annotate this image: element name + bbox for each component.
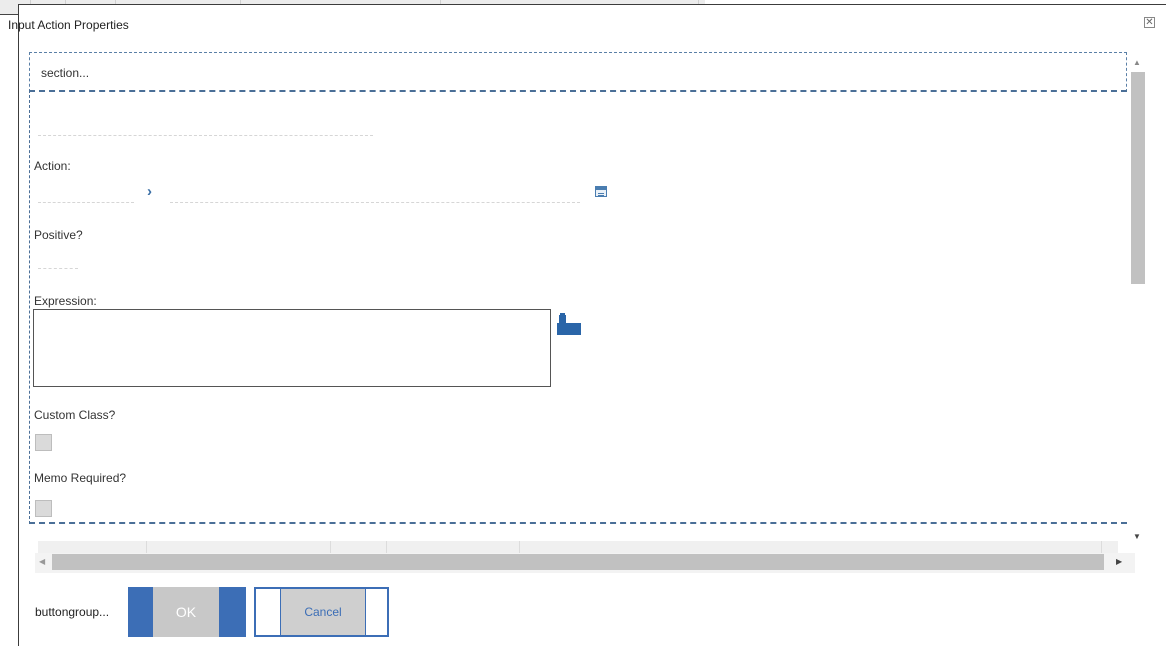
positive-field[interactable] — [38, 268, 78, 269]
action-type-field[interactable] — [38, 202, 134, 203]
chevron-right-icon[interactable]: › — [147, 183, 152, 200]
top-field-placeholder[interactable] — [38, 135, 373, 136]
scroll-down-icon[interactable]: ▼ — [1133, 532, 1141, 541]
scroll-right-icon[interactable]: ▶ — [1116, 557, 1122, 566]
horizontal-scrollbar[interactable]: ◀ ▶ — [35, 553, 1135, 573]
ok-button-container: OK — [128, 587, 246, 637]
column-cell — [330, 541, 387, 553]
column-cell — [386, 541, 520, 553]
column-strip — [38, 541, 1118, 553]
expression-label: Expression: — [34, 294, 97, 308]
custom-class-label: Custom Class? — [34, 408, 116, 422]
positive-label: Positive? — [34, 228, 83, 242]
vertical-scrollbar[interactable]: ▲ ▼ — [1128, 52, 1148, 546]
vertical-scroll-thumb[interactable] — [1131, 72, 1145, 284]
column-cell — [38, 541, 147, 553]
memo-required-label: Memo Required? — [34, 471, 127, 485]
scroll-left-icon[interactable]: ◀ — [39, 557, 45, 566]
buttongroup-label: buttongroup... — [35, 605, 110, 619]
section-header[interactable]: section... — [29, 52, 1127, 92]
scroll-up-icon[interactable]: ▲ — [1133, 58, 1141, 67]
dialog-title: Input Action Properties — [8, 18, 129, 32]
form-lookup-icon[interactable] — [595, 186, 607, 197]
horizontal-scroll-thumb[interactable] — [52, 554, 1104, 570]
expression-builder-icon[interactable] — [557, 313, 581, 337]
form-section — [29, 90, 1127, 524]
expression-textarea[interactable] — [33, 309, 551, 387]
custom-class-checkbox[interactable] — [35, 434, 52, 451]
column-cell — [146, 541, 331, 553]
action-value-field[interactable] — [170, 202, 580, 203]
action-label: Action: — [34, 159, 71, 173]
section-label: section... — [41, 66, 90, 80]
background-divider — [0, 14, 18, 15]
memo-required-checkbox[interactable] — [35, 500, 52, 517]
ok-button[interactable]: OK — [153, 587, 219, 637]
cancel-button-container: Cancel — [254, 587, 389, 637]
column-cell — [519, 541, 1102, 553]
close-icon[interactable]: ✕ — [1144, 17, 1155, 28]
cancel-button[interactable]: Cancel — [280, 589, 366, 635]
